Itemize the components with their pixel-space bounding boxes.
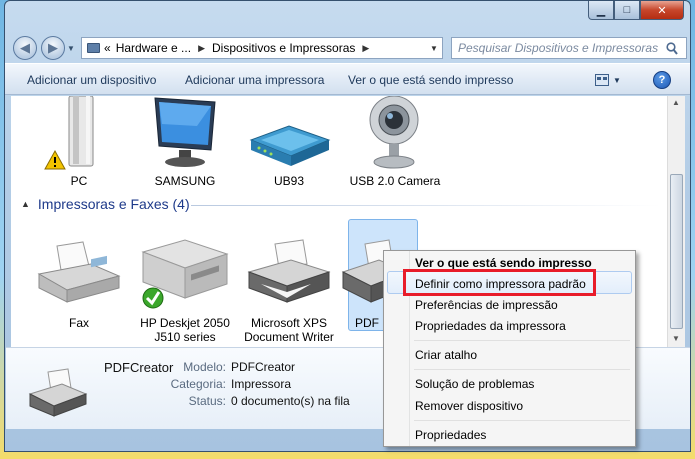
menu-separator [414,369,630,370]
menu-item-see-printing[interactable]: Ver o que está sendo impresso [415,256,592,270]
device-samsung[interactable]: SAMSUNG [137,96,233,191]
arrow-left-icon: ◀ [20,40,30,55]
group-divider [191,205,661,206]
menu-item-create-shortcut[interactable]: Criar atalho [415,348,477,362]
breadcrumb-overflow[interactable]: « [104,41,111,55]
window-controls: ▁ □ ✕ [588,1,684,20]
monitor-icon [154,97,216,167]
device-label: USB 2.0 Camera [349,174,441,188]
device-usb-camera[interactable]: USB 2.0 Camera [347,96,443,191]
close-button[interactable]: ✕ [640,1,684,20]
menu-item-remove-device[interactable]: Remover dispositivo [415,399,523,413]
device-label: UB93 [273,174,305,188]
breadcrumb-separator-icon[interactable]: ▶ [198,43,205,54]
help-button[interactable]: ? [653,71,671,89]
annotation-highlight-box [403,269,596,296]
breadcrumb-item-hardware[interactable]: Hardware e ... [116,41,191,55]
minimize-button[interactable]: ▁ [588,1,614,20]
add-printer-button[interactable]: Adicionar uma impressora [185,73,324,87]
printer-fax[interactable]: Fax [31,236,127,336]
search-placeholder: Pesquisar Dispositivos e Impressoras [458,41,659,55]
vertical-scrollbar[interactable]: ▲ ▼ [667,96,685,347]
address-bar[interactable]: « Hardware e ... ▶ Dispositivos e Impres… [81,37,443,59]
details-model-label: Modelo: [183,360,226,374]
navigation-row: ◀ ▶ ▼ « Hardware e ... ▶ Dispositivos e … [5,31,690,63]
computer-warning-icon [44,96,94,170]
router-icon [249,125,331,166]
printer-default-icon [141,239,229,309]
breadcrumb-item-devices[interactable]: Dispositivos e Impressoras [212,41,355,55]
group-title: Impressoras e Faxes (4) [37,196,190,212]
recent-pages-dropdown[interactable]: ▼ [67,44,75,53]
details-category-value: Impressora [231,377,292,391]
printer-microsoft-xps[interactable]: Microsoft XPS Document Writer [241,236,337,344]
chevron-down-icon: ▼ [67,44,75,53]
printer-icon [247,239,331,303]
fax-icon [37,241,121,303]
device-ub93[interactable]: UB93 [241,96,337,191]
breadcrumb: « Hardware e ... ▶ Dispositivos e Impres… [104,41,376,55]
device-label: SAMSUNG [154,174,216,188]
details-model-value: PDFCreator [231,360,296,374]
scroll-down-icon[interactable]: ▼ [672,334,680,343]
title-bar: ▁ □ ✕ [5,1,690,31]
printer-hp-deskjet[interactable]: HP Deskjet 2050 J510 series [137,236,233,344]
change-view-button[interactable]: ▼ [595,73,625,87]
view-icon [595,74,609,86]
menu-separator [414,340,630,341]
forward-button[interactable]: ▶ [41,36,65,60]
printer-label-line2: Document Writer [244,330,334,344]
control-panel-icon [82,43,104,53]
menu-item-printer-properties[interactable]: Propriedades da impressora [415,319,566,333]
breadcrumb-separator-icon[interactable]: ▶ [362,43,369,54]
scroll-thumb[interactable] [670,174,683,329]
menu-item-printing-preferences[interactable]: Preferências de impressão [415,298,558,312]
device-label: PC [70,174,88,188]
device-pc[interactable]: PC [31,96,127,191]
command-bar: Adicionar um dispositivo Adicionar uma i… [5,63,690,95]
details-category-label: Categoria: [170,377,226,391]
see-whats-printing-button[interactable]: Ver o que está sendo impresso [348,73,513,87]
details-status-label: Status: [188,394,226,408]
add-device-button[interactable]: Adicionar um dispositivo [27,73,156,87]
address-dropdown[interactable]: ▼ [426,44,442,53]
scroll-up-icon[interactable]: ▲ [672,98,680,107]
search-input[interactable]: Pesquisar Dispositivos e Impressoras [451,37,687,59]
printer-label: Fax [68,316,89,330]
collapse-chevron-icon[interactable]: ▲ [21,199,30,209]
webcam-icon [369,96,419,169]
search-icon[interactable] [666,42,678,55]
printer-label-line2: J510 series [154,330,216,344]
group-header-printers[interactable]: ▲ Impressoras e Faxes (4) [21,196,190,212]
printer-label-line1: HP Deskjet 2050 [140,316,230,330]
menu-item-troubleshoot[interactable]: Solução de problemas [415,377,534,391]
arrow-right-icon: ▶ [48,40,58,55]
menu-separator [414,420,630,421]
details-status-value: 0 documento(s) na fila [231,394,350,408]
chevron-down-icon: ▼ [613,75,621,85]
printer-icon [28,368,88,417]
chevron-down-icon: ▼ [430,43,438,53]
printer-label-line1: Microsoft XPS [250,316,328,330]
back-button[interactable]: ◀ [13,36,37,60]
menu-item-properties[interactable]: Propriedades [415,428,486,442]
maximize-button[interactable]: □ [614,1,640,20]
